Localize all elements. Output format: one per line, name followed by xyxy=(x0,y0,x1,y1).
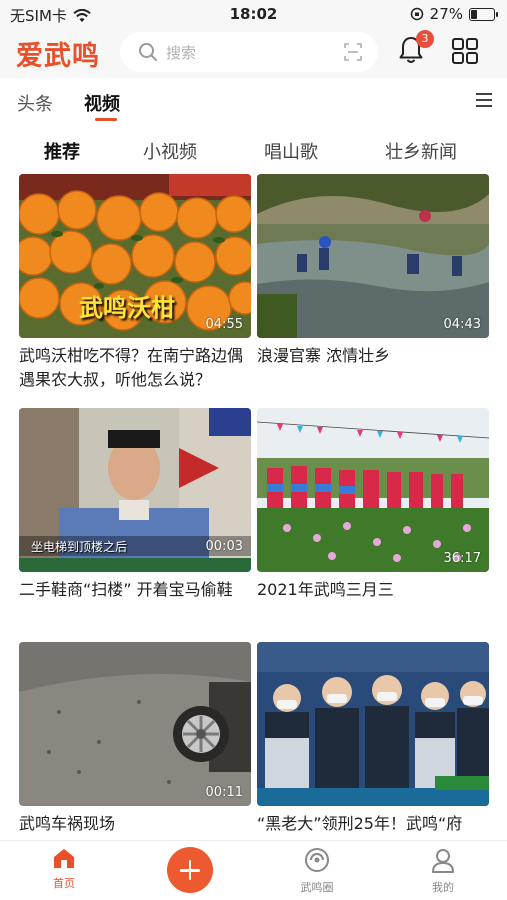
apps-grid-icon[interactable] xyxy=(451,37,479,65)
video-duration: 04:43 xyxy=(443,317,481,332)
search-bar[interactable]: 搜索 xyxy=(120,32,378,72)
subtab-short-video[interactable]: 小视频 xyxy=(143,138,197,164)
video-duration: 00:11 xyxy=(205,785,243,800)
accident-scene-image xyxy=(19,642,251,806)
status-bar: 无SIM卡 18:02 27% xyxy=(0,0,507,28)
tab-headlines[interactable]: 头条 xyxy=(17,90,53,116)
scan-icon[interactable] xyxy=(344,43,362,61)
video-thumbnail: 36:17 xyxy=(257,408,489,572)
battery-fill xyxy=(471,9,477,19)
nav-circle-label: 武鸣圈 xyxy=(300,881,334,894)
video-duration: 04:55 xyxy=(205,317,243,332)
video-category-tabs: 推荐 小视频 唱山歌 壮乡新闻 xyxy=(0,124,507,174)
nav-profile-label: 我的 xyxy=(432,881,454,894)
tab-video[interactable]: 视频 xyxy=(84,90,120,116)
status-right: 27% xyxy=(410,5,498,23)
app-logo: 爱武鸣 xyxy=(16,41,100,72)
video-title: 2021年武鸣三月三 xyxy=(257,580,394,599)
video-title: 武鸣车祸现场 xyxy=(19,814,116,833)
video-thumbnail: 坐电梯到顶楼之后 00:03 xyxy=(19,408,251,572)
search-placeholder: 搜索 xyxy=(166,44,197,62)
video-thumbnail: 04:43 xyxy=(257,174,489,338)
menu-icon[interactable] xyxy=(475,92,493,108)
nav-home[interactable]: 首页 xyxy=(24,847,104,891)
circle-community-icon xyxy=(305,848,329,872)
profile-icon xyxy=(432,849,454,873)
search-icon xyxy=(139,43,157,61)
video-feed: 武鸣沃柑 04:55 武鸣沃柑吃不得？在南宁路边偶遇果农大叔，听他怎么说？ 04… xyxy=(0,174,507,840)
video-title: 浪漫官寨 浓情壮乡 xyxy=(257,346,391,365)
video-title: 武鸣沃柑吃不得？在南宁路边偶遇果农大叔，听他怎么说？ xyxy=(19,346,244,389)
subtab-recommended[interactable]: 推荐 xyxy=(44,138,80,164)
nav-profile[interactable]: 我的 xyxy=(403,847,483,895)
add-post-button[interactable] xyxy=(167,847,213,893)
subtab-zhuang-news[interactable]: 壮乡新闻 xyxy=(385,138,457,164)
subtab-folk-songs[interactable]: 唱山歌 xyxy=(264,138,318,164)
notification-badge: 3 xyxy=(416,30,434,48)
active-tab-indicator xyxy=(95,118,117,121)
thumbnail-overlay-text: 坐电梯到顶楼之后 xyxy=(31,540,128,554)
river-scene-image xyxy=(257,174,489,338)
battery-icon xyxy=(469,7,498,21)
video-duration: 00:03 xyxy=(205,539,243,554)
nav-home-label: 首页 xyxy=(53,877,75,890)
festival-image xyxy=(257,408,489,572)
app-header: 爱武鸣 搜索 3 xyxy=(0,28,507,78)
home-icon xyxy=(54,849,74,868)
orientation-lock-icon xyxy=(410,7,423,21)
thumbnail-overlay-text: 武鸣沃柑 xyxy=(79,294,175,322)
video-title: 二手鞋商“扫楼” 开着宝马偷鞋 xyxy=(19,580,233,599)
video-thumbnail: 武鸣沃柑 04:55 xyxy=(19,174,251,338)
battery-percent: 27% xyxy=(429,5,463,23)
channel-tabs: 头条 视频 xyxy=(0,78,507,124)
video-duration: 36:17 xyxy=(443,551,481,566)
video-thumbnail xyxy=(257,642,489,806)
bottom-navigation: 首页 武鸣圈 我的 xyxy=(0,840,507,900)
video-title: “黑老大”领刑25年！武鸣“府 xyxy=(257,814,463,833)
video-thumbnail: 00:11 xyxy=(19,642,251,806)
press-conference-image xyxy=(257,642,489,806)
nav-circle[interactable]: 武鸣圈 xyxy=(277,847,357,895)
